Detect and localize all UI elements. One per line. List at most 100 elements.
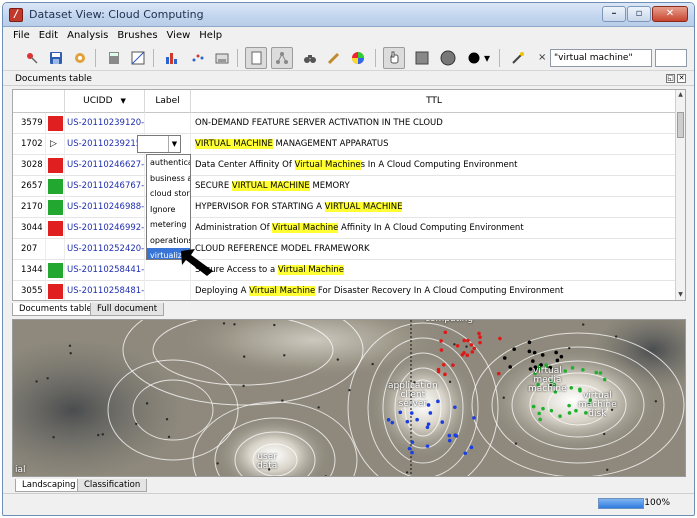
table-row[interactable]: 3028 US-20110246627-A1 Data Center Affin… (13, 155, 677, 176)
pin-icon[interactable] (21, 47, 43, 69)
layout-icon[interactable] (211, 47, 233, 69)
label-combo[interactable]: ▼ (137, 135, 181, 153)
label-color-swatch (48, 221, 63, 236)
brush-icon[interactable] (323, 47, 345, 69)
maximize-button[interactable]: ▫ (627, 6, 651, 22)
dropdown-option[interactable]: cloud stor (147, 186, 190, 202)
menu-view[interactable]: View (163, 28, 196, 44)
scroll-thumb[interactable] (677, 112, 684, 138)
table-row[interactable]: 207 US-20110252420-A1 CLOUD REFERENCE MO… (13, 239, 677, 260)
column-header-ucidd[interactable]: UCIDD ▼ (65, 90, 145, 113)
progress-bar (598, 498, 644, 509)
title-cell: ON-DEMAND FEATURE SERVER ACTIVATION IN T… (195, 118, 443, 128)
table-row[interactable]: 3044 US-20110246992-A1 Administration Of… (13, 218, 677, 239)
label-cell[interactable] (145, 281, 191, 300)
documents-table: UCIDD▼ Label TTL 3579 US-20110239120-A1 … (12, 89, 686, 301)
dropdown-option[interactable]: business a (147, 171, 190, 187)
search-highlight: VIRTUAL MACHINE (231, 181, 310, 191)
table-row[interactable]: 1702 ▷ US-20110239215-A1 VIRTUAL MACHINE… (13, 134, 677, 155)
save-icon[interactable] (45, 47, 67, 69)
map-label-virtual-media-machine: virtual media machine (528, 366, 567, 394)
tab-landscaping[interactable]: Landscaping (15, 479, 83, 492)
ucidd-link[interactable]: US-20110246992-A1 (65, 218, 145, 239)
circle-select-icon[interactable] (437, 47, 459, 69)
table-row[interactable]: 1344 US-20110258441-A1 Secure Access to … (13, 260, 677, 281)
search-highlight: VIRTUAL MACHINE (195, 139, 273, 149)
chart-table-icon[interactable] (127, 47, 149, 69)
menu-help[interactable]: Help (195, 28, 227, 44)
calculator-icon[interactable] (103, 47, 125, 69)
window-title: Dataset View: Cloud Computing (29, 8, 204, 21)
dropdown-option[interactable]: authentication (147, 155, 190, 171)
magic-wand-icon[interactable] (507, 47, 529, 69)
panel-title: Documents table (15, 74, 92, 84)
ucidd-link[interactable]: US-20110252420-A1 (65, 239, 145, 260)
landscape-map[interactable]: application client server virtual media … (12, 319, 686, 477)
search-highlight: Virtual Machine (294, 160, 361, 170)
dropdown-option[interactable]: Ignore (147, 202, 190, 218)
ucidd-link[interactable]: US-20110246988-A1 (65, 197, 145, 218)
table-row[interactable]: 3055 US-20110258481-A1 Deploying A Virtu… (13, 281, 677, 300)
row-number: 2657 (13, 176, 46, 197)
title-bar[interactable]: / Dataset View: Cloud Computing – ▫ ✕ (3, 3, 694, 27)
panel-float-icon[interactable]: ◱ (666, 74, 675, 83)
binoculars-icon[interactable] (299, 47, 321, 69)
column-header-ttl[interactable]: TTL (191, 90, 677, 113)
table-row[interactable]: 2657 US-20110246767-A1 SECURE VIRTUAL MA… (13, 176, 677, 197)
title-cell: CLOUD REFERENCE MODEL FRAMEWORK (195, 244, 370, 254)
combo-chevron-down-icon[interactable]: ▼ (168, 136, 180, 152)
menu-edit[interactable]: Edit (35, 28, 63, 44)
dropdown-option[interactable]: operations (147, 233, 190, 249)
table-row[interactable]: 2170 US-20110246988-A1 HYPERVISOR FOR ST… (13, 197, 677, 218)
map-label-user-data: user data (257, 452, 278, 471)
label-color-swatch (48, 263, 63, 278)
label-color-swatch (48, 158, 63, 173)
search-highlight: Virtual Machine (272, 223, 339, 233)
rect-select-icon[interactable] (411, 47, 433, 69)
close-button[interactable]: ✕ (652, 6, 688, 22)
table-row[interactable]: 3579 US-20110239120-A1 ON-DEMAND FEATURE… (13, 113, 677, 134)
pointer-arrow-icon (181, 249, 213, 276)
network-view-icon[interactable] (271, 47, 293, 69)
scatter-icon[interactable] (187, 47, 209, 69)
current-row-arrow-icon: ▷ (50, 139, 57, 149)
ucidd-link[interactable]: US-20110246767-A1 (65, 176, 145, 197)
app-window: / Dataset View: Cloud Computing – ▫ ✕ Fi… (2, 2, 695, 516)
label-cell[interactable] (145, 113, 191, 134)
ucidd-link[interactable]: US-20110239120-A1 (65, 113, 145, 134)
vertical-scrollbar[interactable]: ▲ ▼ (675, 90, 685, 300)
document-view-icon[interactable] (245, 47, 267, 69)
minimize-button[interactable]: – (602, 6, 626, 22)
menu-brushes[interactable]: Brushes (113, 28, 162, 44)
status-bar: 100% (3, 493, 694, 515)
label-dropdown-list: authenticationbusiness acloud storIgnore… (146, 154, 191, 260)
tab-documents-table[interactable]: Documents table (12, 303, 99, 316)
panel-close-icon[interactable]: ✕ (677, 74, 686, 83)
dropdown-option[interactable]: metering (147, 217, 190, 233)
menu-analysis[interactable]: Analysis (63, 28, 113, 44)
hand-tool-icon[interactable] (383, 47, 405, 69)
ucidd-link[interactable]: US-20110239215-A1 (65, 134, 145, 155)
scroll-up-icon[interactable]: ▲ (676, 90, 685, 100)
tab-classification[interactable]: Classification (77, 479, 148, 492)
secondary-input[interactable] (655, 49, 687, 67)
ucidd-link[interactable]: US-20110246627-A1 (65, 155, 145, 176)
point-size-dropdown-icon[interactable]: ▾ (481, 47, 493, 69)
row-number: 3579 (13, 113, 46, 134)
sort-chevron-icon[interactable]: ▼ (121, 97, 126, 105)
bar-chart-icon[interactable] (161, 47, 183, 69)
map-label-virtual-machine-disk: virtual machine disk (578, 391, 617, 419)
search-input[interactable] (550, 49, 652, 67)
table-header: UCIDD ▼ Label TTL (13, 90, 677, 113)
color-wheel-icon[interactable] (347, 47, 369, 69)
ucidd-link[interactable]: US-20110258441-A1 (65, 260, 145, 281)
menu-file[interactable]: File (9, 28, 35, 44)
settings-gear-icon[interactable] (69, 47, 91, 69)
scroll-down-icon[interactable]: ▼ (676, 290, 685, 300)
ucidd-link[interactable]: US-20110258481-A1 (65, 281, 145, 300)
label-color-swatch (48, 116, 63, 131)
clear-search-icon[interactable]: × (538, 52, 546, 63)
tab-full-document[interactable]: Full document (90, 303, 165, 316)
column-header-label[interactable]: Label (145, 90, 191, 113)
app-logo-icon: / (9, 8, 23, 22)
